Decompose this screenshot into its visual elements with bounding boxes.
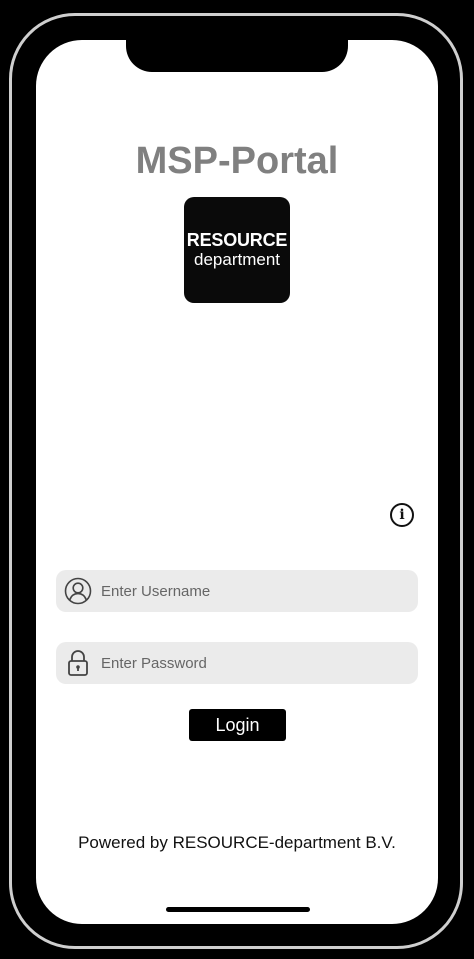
password-input[interactable] [101, 642, 418, 684]
login-button[interactable]: Login [189, 709, 286, 741]
info-icon[interactable]: i [390, 503, 414, 527]
logo-line-1: RESOURCE [186, 230, 288, 250]
info-glyph: i [399, 507, 405, 523]
password-field[interactable] [56, 642, 418, 684]
powered-by-footer: Powered by RESOURCE-department B.V. [78, 833, 396, 852]
page-title: MSP-Portal [135, 140, 339, 182]
lock-icon [63, 648, 93, 678]
username-input[interactable] [101, 570, 418, 612]
app-screen: MSP-Portal RESOURCE department i Log [36, 40, 438, 924]
user-icon [63, 576, 93, 606]
device-notch [126, 40, 348, 72]
home-indicator [166, 907, 310, 912]
logo-line-2: department [194, 250, 280, 269]
username-field[interactable] [56, 570, 418, 612]
resource-department-logo: RESOURCE department [184, 197, 290, 303]
